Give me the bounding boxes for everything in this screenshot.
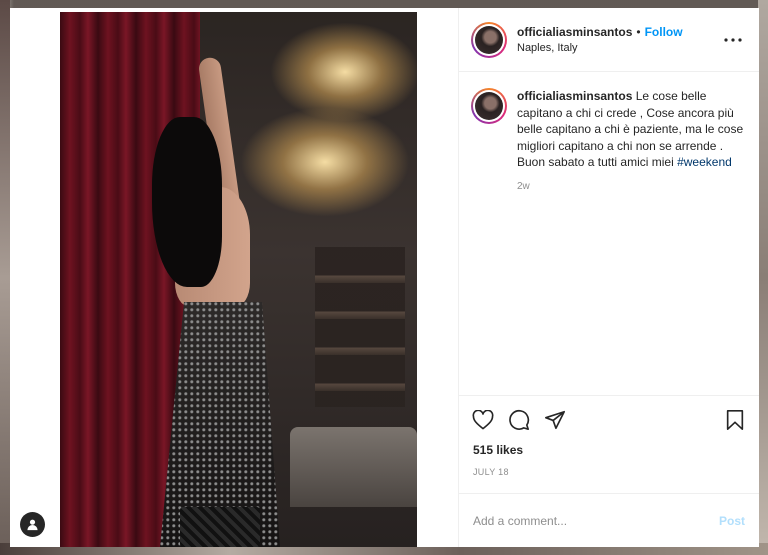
caption-hashtag[interactable]: #weekend: [677, 155, 732, 169]
photo-bag: [180, 507, 260, 547]
post-username[interactable]: officialiasminsantos: [517, 25, 632, 39]
photo-hair: [152, 117, 222, 287]
share-icon[interactable]: [543, 408, 567, 432]
follow-button[interactable]: Follow: [645, 25, 683, 39]
caption-text-block: officialiasminsantos Le cose belle capit…: [517, 88, 745, 171]
comment-icon[interactable]: [507, 408, 531, 432]
post-location[interactable]: Naples, Italy: [517, 42, 721, 54]
avatar-image: [475, 92, 503, 120]
backdrop-left-edge: [0, 0, 10, 555]
avatar-image: [475, 25, 503, 54]
post-sidebar: officialiasminsantos • Follow Naples, It…: [458, 8, 759, 547]
action-bar: [459, 395, 759, 443]
caption: officialiasminsantos Le cose belle capit…: [471, 88, 745, 192]
post-date: JULY 18: [473, 467, 509, 477]
caption-time[interactable]: 2w: [517, 181, 745, 192]
comments-section: officialiasminsantos Le cose belle capit…: [459, 72, 759, 395]
likes-count[interactable]: 515 likes: [459, 443, 759, 463]
post-modal: officialiasminsantos • Follow Naples, It…: [10, 8, 759, 547]
heart-icon[interactable]: [471, 408, 495, 432]
avatar[interactable]: [471, 88, 507, 124]
photo-subject: [140, 56, 280, 547]
post-header: officialiasminsantos • Follow Naples, It…: [459, 8, 759, 72]
caption-username[interactable]: officialiasminsantos: [517, 89, 632, 103]
avatar[interactable]: [471, 21, 507, 58]
user-circle-icon[interactable]: [20, 512, 45, 537]
backdrop-right-edge: [758, 0, 768, 555]
bookmark-icon[interactable]: [723, 408, 747, 432]
post-media: [10, 8, 458, 547]
photo-chairs: [290, 427, 417, 507]
photo-shelf: [315, 247, 405, 407]
comment-input[interactable]: [473, 513, 719, 528]
add-comment-bar: Post: [459, 493, 759, 547]
post-photo[interactable]: [60, 12, 417, 547]
photo-chandelier: [270, 22, 417, 122]
separator-dot: •: [636, 25, 641, 39]
post-comment-button[interactable]: Post: [719, 514, 745, 528]
more-horizontal-icon[interactable]: [721, 28, 745, 52]
